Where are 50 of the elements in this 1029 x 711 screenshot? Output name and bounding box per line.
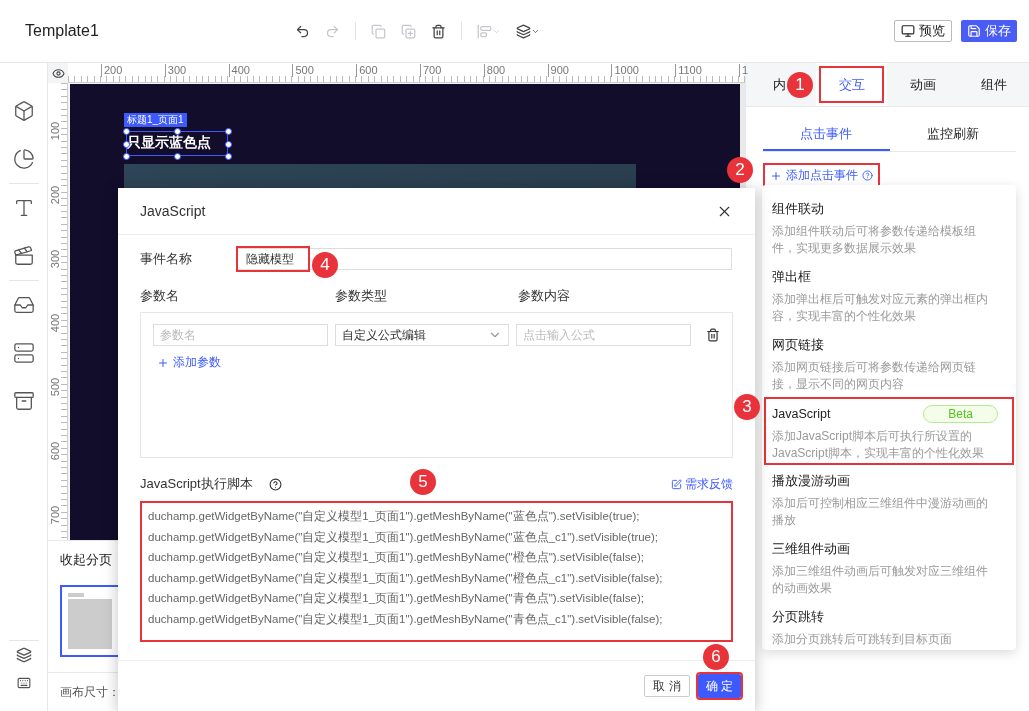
menu-item-title: 播放漫游动画 [772,473,850,490]
ruler-label: 300 [49,248,61,271]
code-line: duchamp.getWidgetByName("自定义模型1_页面1").getMeshByName("蓝色点").setVisible(true); [148,509,641,525]
ruler-label: 900 [547,64,569,77]
menu-item-title: 弹出框 [772,269,811,286]
widget-tag: 标题1_页面1 [124,113,187,127]
ruler-label: 100 [49,120,61,143]
script-label: JavaScript执行脚本 [140,475,254,494]
ruler-label: 600 [49,440,61,463]
event-name-label: 事件名称 [140,250,193,269]
menu-item-description: 添加组件联动后可将参数传递给模板组件，实现更多数据展示效果 [772,223,977,257]
ruler-label: 300 [164,64,187,77]
menu-item-title: JavaScript [772,407,831,421]
ruler-label: 500 [292,64,314,77]
ruler-label: 600 [356,64,378,77]
ruler-label: 1000 [611,64,639,77]
ruler-label: 200 [101,64,123,77]
menu-item-description: 添加弹出框后可触发对应元素的弹出框内容，实现丰富的个性化效果 [772,291,989,325]
code-line: duchamp.getWidgetByName("自定义模型1_页面1").getMeshByName("橙色点_c1").setVisible(false); [148,570,664,586]
widget-text: 只显示蓝色点 [127,134,211,152]
ruler-label: 800 [483,64,506,77]
menu-item-title: 三维组件动画 [772,541,850,558]
column-header: 参数内容 [518,287,571,306]
step-badge: 2 [727,157,753,183]
menu-item-description: 添加后可控制相应三维组件中漫游动画的播放 [772,495,989,529]
step-badge: 1 [787,71,813,98]
ruler-label: 1100 [675,64,702,77]
canvas-size-label: 画布尺寸： [60,683,120,701]
menu-item-description: 添加分页跳转后可跳转到目标页面 [772,631,953,648]
menu-item-title: 组件联动 [772,201,824,218]
menu-item-title: 网页链接 [772,337,824,354]
app-title: Template1 [25,22,100,40]
menu-item-title: 分页跳转 [772,609,824,626]
ruler-label: 500 [49,376,61,399]
ruler-label: 400 [228,64,250,77]
code-line: duchamp.getWidgetByName("自定义模型1_页面1").getMeshByName("青色点").setVisible(false); [148,591,645,607]
menu-item-description: 添加三维组件动画后可触发对应三维组件的动画效果 [772,563,989,597]
code-line: duchamp.getWidgetByName("自定义模型1_页面1").getMeshByName("青色点_c1").setVisible(false); [148,611,664,627]
dialog-title: JavaScript [140,203,206,220]
column-header: 参数名 [140,287,180,306]
code-line: duchamp.getWidgetByName("自定义模型1_页面1").getMeshByName("橙色点").setVisible(false); [148,550,645,566]
code-line: duchamp.getWidgetByName("自定义模型1_页面1").getMeshByName("蓝色点_c1").setVisible(true); [148,529,660,545]
ruler-label: 700 [49,504,61,527]
ruler-label: 700 [420,64,442,77]
ruler-label: 400 [49,312,61,335]
beta-badge: Beta [923,405,998,423]
ruler-label: 200 [49,184,61,207]
column-header: 参数类型 [335,287,388,306]
menu-item-description: 添加网页链接后可将参数传递给网页链接，显示不同的网页内容 [772,359,977,393]
menu-item-description: 添加JavaScript脚本后可执行所设置的JavaScript脚本，实现丰富的个性化效果 [772,428,986,462]
